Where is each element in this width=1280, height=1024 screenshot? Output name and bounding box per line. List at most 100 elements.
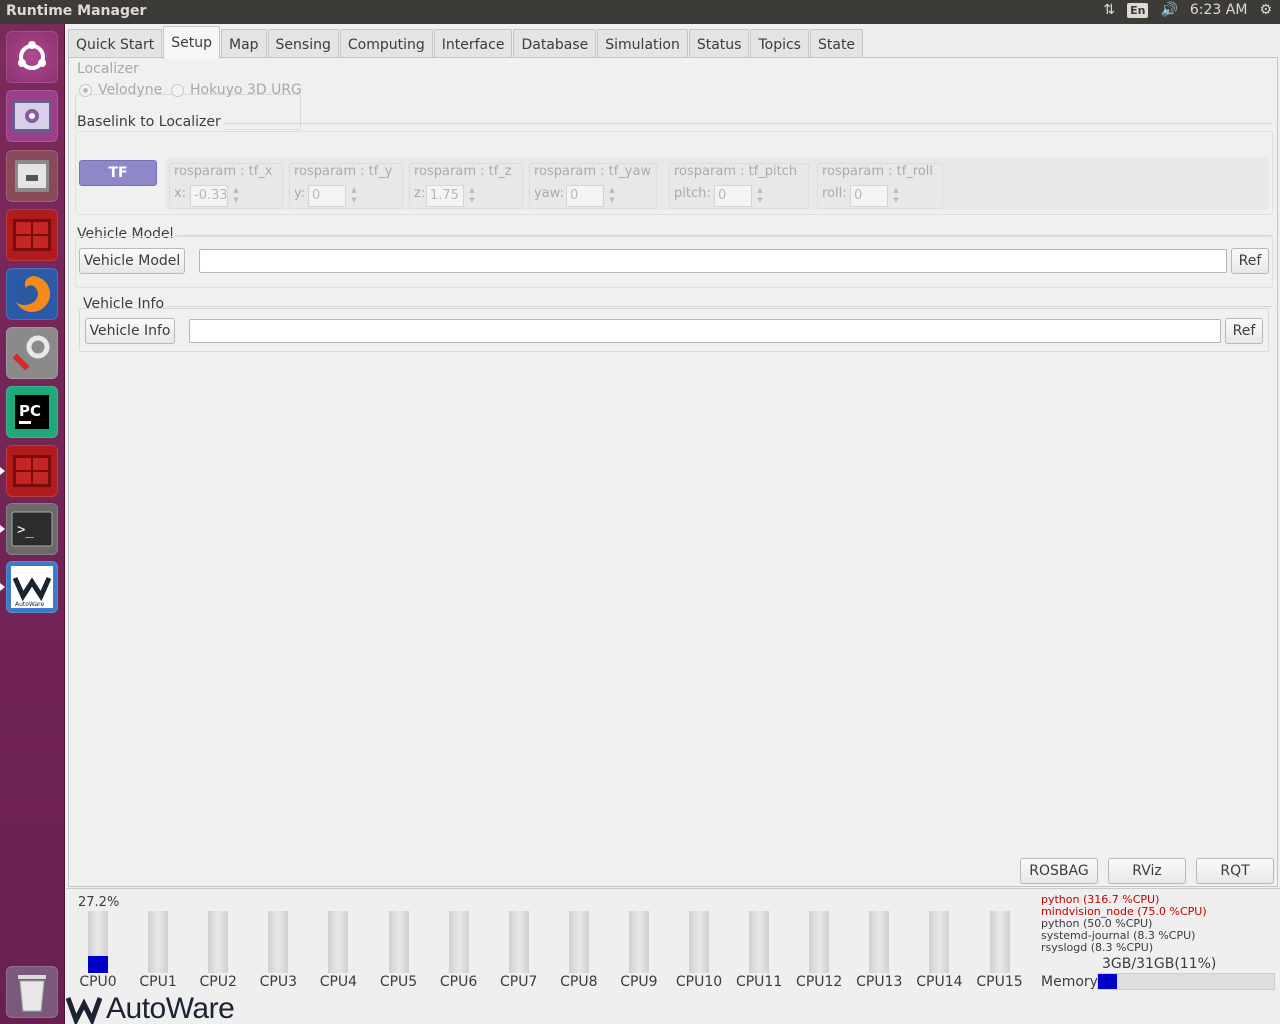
cpu-label: CPU15 [976, 974, 1023, 990]
cpu-bar [268, 911, 289, 973]
radio-hokuyo[interactable]: Hokuyo 3D URG [171, 82, 302, 98]
keyboard-layout-indicator[interactable]: En [1127, 2, 1149, 18]
settings-gear-icon[interactable]: ⚙ [1259, 2, 1272, 18]
bottom-divider [66, 888, 1280, 889]
memory-bar-fill [1098, 974, 1118, 989]
svg-text:PC: PC [19, 402, 41, 420]
spin-arrows-icon[interactable]: ▲ ▼ [754, 185, 766, 207]
tab-topics[interactable]: Topics [750, 29, 809, 59]
spin-arrows-icon[interactable]: ▲ ▼ [466, 185, 478, 207]
radio-velodyne[interactable]: Velodyne [79, 82, 162, 98]
rviz-button[interactable]: RViz [1108, 858, 1186, 884]
vehicle-info-button[interactable]: Vehicle Info [85, 318, 175, 344]
tab-quick-start[interactable]: Quick Start [68, 29, 163, 59]
radio-indicator [79, 83, 92, 97]
cpu-label: CPU7 [500, 974, 538, 990]
terminal-app-2-icon[interactable] [0, 445, 58, 497]
cpu-label: CPU14 [916, 974, 963, 990]
memory-usage-text: 3GB/31GB(11%) [1102, 956, 1217, 972]
setup-panel: Localizer Velodyne Hokuyo 3D URG Baselin… [68, 57, 1278, 887]
tf-param-label: rosparam : tf_yaw [534, 164, 652, 179]
launcher: PC >_ AutoWare [0, 24, 65, 1024]
tab-setup[interactable]: Setup [163, 26, 220, 59]
radio-label: Hokuyo 3D URG [190, 82, 302, 98]
cpu-label: CPU5 [379, 974, 418, 990]
files-icon[interactable] [6, 150, 58, 202]
tf-param-label: rosparam : tf_y [294, 164, 393, 179]
svg-text:>_: >_ [17, 522, 34, 538]
cpu-bar [989, 911, 1010, 973]
tf-axis-label: z: [414, 186, 426, 201]
cpu-bar [208, 911, 229, 973]
tab-state[interactable]: State [809, 29, 864, 59]
vehicle-info-path-input[interactable] [189, 319, 1221, 343]
cpu-bar [869, 911, 890, 973]
cpu-bar [388, 911, 409, 973]
terminal-app-icon[interactable] [6, 209, 58, 261]
tf-axis-label: yaw: [534, 186, 564, 201]
video-editor-icon[interactable] [6, 90, 58, 142]
system-tray: ⇅ En 🔊 6:23 AM ⚙ [1103, 2, 1272, 18]
cpu-bar [328, 911, 349, 973]
vehicle-info-ref-button[interactable]: Ref [1225, 318, 1263, 344]
cpu-bar [809, 911, 830, 973]
cpu-label: CPU11 [735, 974, 783, 990]
cpu-bar [148, 911, 169, 973]
system-tools-icon[interactable] [6, 327, 58, 379]
tf-value-spinbox[interactable]: -0.33 [190, 185, 228, 207]
cpu-label: CPU9 [620, 974, 658, 990]
spin-arrows-icon[interactable]: ▲ ▼ [348, 185, 360, 207]
cpu-label: CPU4 [319, 974, 358, 990]
ubuntu-dash-icon[interactable] [6, 31, 58, 83]
spin-arrows-icon[interactable]: ▲ ▼ [230, 185, 242, 207]
vehicle-model-path-input[interactable] [199, 249, 1227, 273]
cpu-bar [88, 911, 108, 973]
pycharm-icon[interactable]: PC [6, 386, 58, 438]
tab-map[interactable]: Map [221, 29, 267, 59]
trash-icon[interactable] [6, 966, 58, 1018]
tab-computing[interactable]: Computing [339, 29, 433, 59]
tf-button[interactable]: TF [79, 160, 157, 186]
cpu0-usage-label: 27.2% [78, 895, 120, 910]
rqt-button[interactable]: RQT [1196, 858, 1274, 884]
window-title: Runtime Manager [6, 3, 147, 19]
tf-value-spinbox[interactable]: 0 [714, 185, 752, 207]
cpu-bar [749, 911, 770, 973]
firefox-icon[interactable] [6, 268, 58, 320]
cpu-label: CPU6 [439, 974, 478, 990]
tab-bar: Quick Start Setup Map Sensing Computing Inter… [68, 26, 864, 59]
vehicle-model-button[interactable]: Vehicle Model [79, 248, 185, 274]
tf-param-label: rosparam : tf_z [414, 164, 512, 179]
tab-database[interactable]: Database [513, 29, 597, 59]
baselink-divider [219, 123, 1273, 124]
spin-arrows-icon[interactable]: ▲ ▼ [890, 185, 902, 207]
terminal-icon[interactable]: >_ [0, 503, 58, 555]
tf-value-spinbox[interactable]: 0 [566, 185, 604, 207]
tab-interface[interactable]: Interface [433, 29, 513, 59]
spin-arrows-icon[interactable]: ▲ ▼ [606, 185, 618, 207]
cpu-bar [929, 911, 950, 973]
memory-label: Memory [1041, 974, 1098, 990]
tf-axis-label: y: [294, 186, 306, 201]
tf-param-group: rosparam : tf_yaw yaw: 0 ▲ ▼ [529, 163, 657, 209]
tf-value-spinbox[interactable]: 0 [308, 185, 346, 207]
cpu-label: CPU3 [259, 974, 297, 990]
tab-sensing[interactable]: Sensing [267, 29, 339, 59]
cpu-bar [628, 911, 649, 973]
tf-value-spinbox[interactable]: 1.75 [426, 185, 464, 207]
autoware-logo-text: AutoWare [106, 992, 235, 1024]
tf-value-spinbox[interactable]: 0 [850, 185, 888, 207]
network-icon[interactable]: ⇅ [1103, 2, 1115, 18]
cpu-bar [508, 911, 529, 973]
process-entry: rsyslogd (8.3 %CPU) [1041, 941, 1154, 954]
autoware-icon[interactable]: AutoWare [0, 561, 58, 613]
top-panel: Runtime Manager ⇅ En 🔊 6:23 AM ⚙ [0, 0, 1280, 24]
tf-param-label: rosparam : tf_roll [822, 164, 934, 179]
tab-status[interactable]: Status [688, 29, 750, 59]
volume-icon[interactable]: 🔊 [1160, 2, 1177, 18]
vehicle-model-ref-button[interactable]: Ref [1231, 248, 1269, 274]
tab-simulation[interactable]: Simulation [597, 29, 688, 59]
cpu-label: CPU0 [79, 974, 117, 990]
clock[interactable]: 6:23 AM [1190, 2, 1248, 18]
rosbag-button[interactable]: ROSBAG [1020, 858, 1098, 884]
